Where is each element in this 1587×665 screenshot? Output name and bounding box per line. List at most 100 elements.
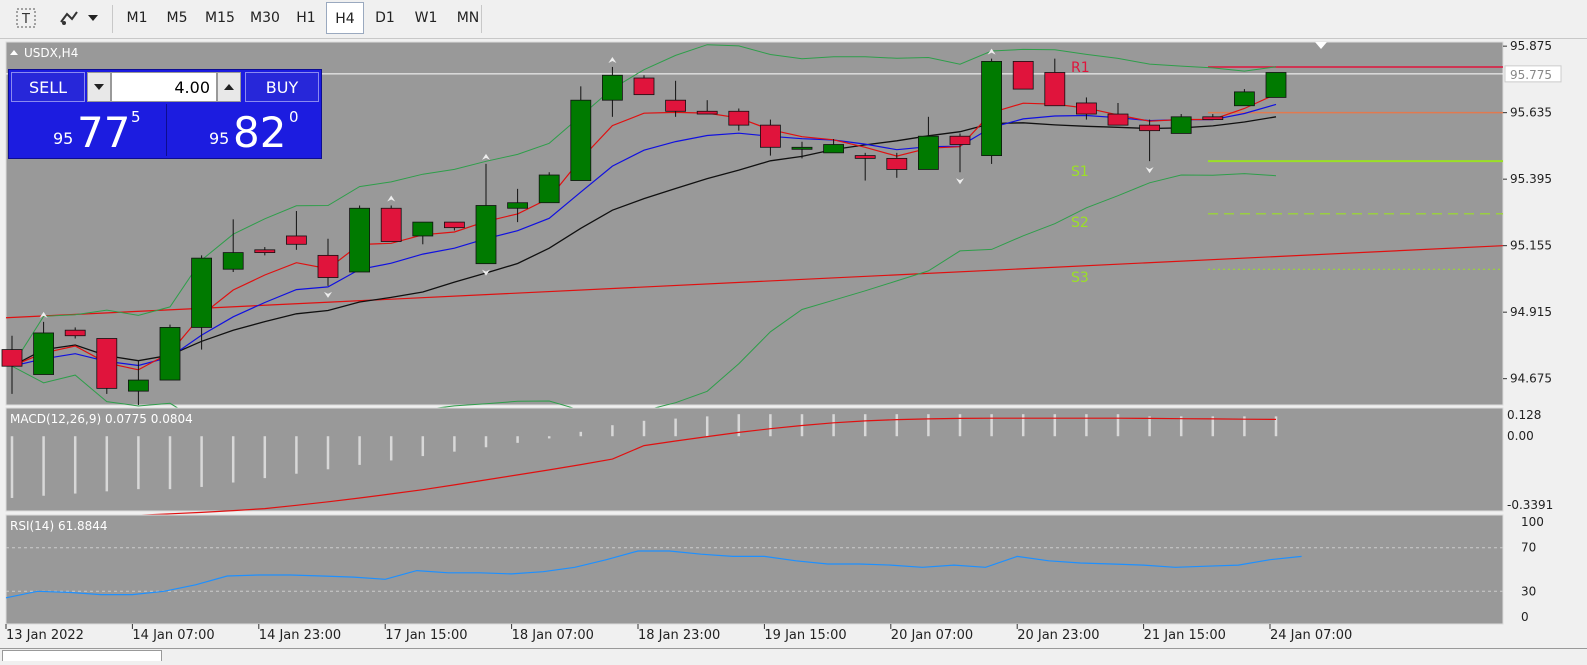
candle [64,329,86,337]
candle [443,221,465,229]
time-label: 21 Jan 15:00 [1144,628,1226,643]
rsi-label: RSI(14) 61.8844 [10,519,108,533]
timeframe-d1[interactable]: D1 [366,2,404,34]
buy-price-main: 82 [233,108,287,157]
timeframe-h4[interactable]: H4 [326,2,364,34]
chart-tab[interactable] [2,650,162,661]
buy-price[interactable]: 95 82 0 [166,104,322,156]
bottom-tab-strip [0,648,1587,662]
svg-text:T: T [21,12,30,27]
candle [918,135,939,170]
price-label: 94.675 [1510,372,1552,386]
sell-price[interactable]: 95 77 5 [9,104,164,156]
timeframe-h1[interactable]: H1 [288,2,324,34]
text-tool-button[interactable]: T [10,3,42,33]
macd-scale-label: 0.00 [1507,429,1534,443]
candle [760,124,781,148]
time-label: 19 Jan 15:00 [764,628,846,643]
pivot-s3-label: S3 [1071,270,1089,286]
price-label: 95.635 [1510,106,1552,120]
candle [96,338,118,389]
time-label: 17 Jan 15:00 [385,628,467,643]
shapes-icon [60,11,78,25]
time-label: 14 Jan 07:00 [132,628,214,643]
candle [1139,124,1160,132]
candle [159,327,181,381]
candle [1202,116,1224,120]
sell-price-main: 77 [77,108,131,157]
candle [886,157,908,170]
candle [285,235,307,245]
candle [1234,91,1255,107]
sell-price-prefix: 95 [53,129,74,148]
candle [570,99,592,181]
buy-price-prefix: 95 [209,129,230,148]
time-label: 18 Jan 07:00 [512,628,594,643]
chevron-down-icon [88,15,98,21]
time-label: 18 Jan 23:00 [638,628,720,643]
macd-pane[interactable]: MACD(12,26,9) 0.0775 0.0804 [5,407,1504,523]
time-label: 14 Jan 23:00 [259,628,341,643]
rsi-scale-label: 0 [1521,610,1529,624]
rsi-scale-label: 100 [1521,515,1544,529]
candle [507,202,529,209]
candle [380,207,402,242]
timeframe-m30[interactable]: M30 [244,2,286,34]
pivot-s2-label: S2 [1071,215,1089,231]
price-label: 95.875 [1510,39,1552,53]
symbol-label: USDX,H4 [24,46,78,60]
rsi-scale-label: 70 [1521,541,1536,555]
candle [602,74,623,101]
candle [1076,102,1097,115]
lot-decrease-button[interactable] [87,72,111,102]
timeframe-m1[interactable]: M1 [118,2,156,34]
rsi-pane[interactable]: RSI(14) 61.8844 [5,514,1504,625]
price-label: 95.395 [1510,172,1552,186]
timeframe-m5[interactable]: M5 [158,2,196,34]
objects-dropdown-button[interactable] [86,3,100,33]
price-label: 95.155 [1510,239,1552,253]
sell-button[interactable]: SELL [11,72,85,102]
macd-pane-bg [5,407,1504,512]
buy-price-fraction: 0 [289,108,299,126]
text-tool-icon: T [16,8,36,28]
candle [949,135,971,145]
chevron-down-icon [94,84,104,90]
rsi-scale-label: 30 [1521,584,1536,598]
chevron-up-icon [224,84,234,90]
candle [317,254,339,278]
candle [665,99,686,112]
current-price-label: 95.775 [1510,68,1552,82]
candle [633,77,655,96]
sell-price-fraction: 5 [131,108,141,126]
candle [1012,60,1034,90]
pivot-s1-label: S1 [1071,164,1089,180]
timeframe-mn[interactable]: MN [448,2,488,34]
candle [475,205,497,265]
candle [1044,72,1066,107]
pivot-r1-label: R1 [1071,60,1090,76]
candle [791,146,813,150]
candle [823,144,844,154]
objects-tool-button[interactable] [54,3,84,33]
one-click-trading-panel: SELL BUY 95 77 5 95 82 0 [8,69,322,159]
candle [222,252,244,270]
lot-increase-button[interactable] [217,72,241,102]
macd-scale-label: -0.3391 [1507,498,1553,512]
macd-label: MACD(12,26,9) 0.0775 0.0804 [10,412,193,426]
candle [981,60,1002,157]
toolbar-separator [112,5,113,33]
candle [538,174,560,204]
candle [254,249,276,253]
buy-button[interactable]: BUY [245,72,319,102]
macd-scale-label: 0.128 [1507,408,1541,422]
candle [854,155,876,159]
candle [696,110,718,115]
candle [1265,72,1287,98]
candle [1170,116,1192,134]
lot-size-input[interactable] [111,72,217,102]
timeframe-w1[interactable]: W1 [406,2,446,34]
price-label: 94.915 [1510,305,1552,319]
toolbar: T M1 M5 M15 M30 H1 H4 D1 W1 MN [0,0,1587,39]
timeframe-m15[interactable]: M15 [198,2,242,34]
